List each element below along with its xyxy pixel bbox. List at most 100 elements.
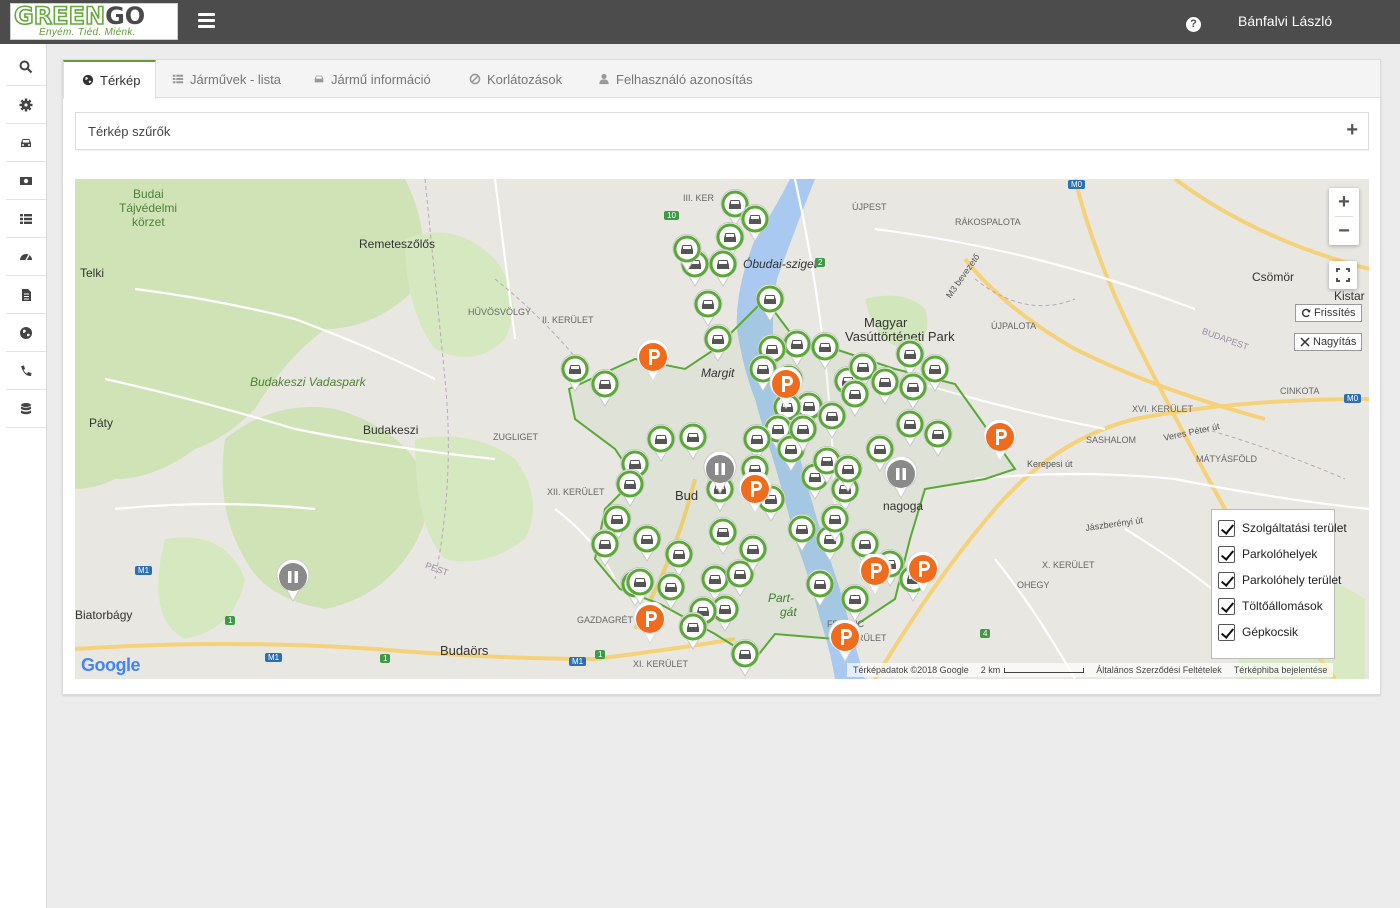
tab-label: Jármű információ	[331, 71, 431, 87]
car-icon	[21, 138, 31, 147]
legend-label: Parkolóhely terület	[1242, 573, 1342, 587]
parking-marker[interactable]	[858, 552, 892, 601]
tab-label: Térkép	[100, 72, 141, 88]
tab-vehicle-info[interactable]: Jármű információ	[313, 60, 431, 98]
tab-map[interactable]: Térkép	[63, 60, 156, 99]
money-icon	[20, 176, 32, 185]
greengo-logo[interactable]: GREENGO Enyém. Tiéd. Miénk.	[10, 3, 178, 40]
parking-marker[interactable]	[636, 338, 670, 387]
tab-label: Felhasználó azonosítás	[616, 71, 753, 87]
car-marker[interactable]	[632, 523, 662, 567]
map-legend: Szolgáltatási terület Parkolóhelyek Park…	[1211, 509, 1347, 659]
user-name[interactable]: Bánfalvi László	[1238, 13, 1332, 29]
logo-tagline: Enyém. Tiéd. Miénk.	[39, 27, 136, 38]
map-view[interactable]: Budai Tájvédelmi körzet Remeteszőlős Tel…	[75, 179, 1369, 679]
report-link[interactable]: Térképhiba bejelentése	[1234, 665, 1328, 675]
sidebar-item-payments[interactable]	[6, 162, 46, 200]
parking-marker[interactable]	[633, 600, 667, 649]
tab-label: Járművek - lista	[190, 71, 282, 87]
gear-icon	[19, 98, 33, 111]
legend-parking-area[interactable]: Parkolóhely terület	[1218, 570, 1341, 590]
legend-label: Gépkocsik	[1242, 625, 1299, 639]
sidebar-item-dashboard[interactable]	[6, 238, 46, 276]
car-marker[interactable]	[730, 638, 760, 679]
parking-marker[interactable]	[769, 365, 803, 414]
legend-label: Parkolóhelyek	[1242, 547, 1318, 561]
car-marker[interactable]	[560, 353, 590, 397]
sidebar-item-documents[interactable]	[6, 276, 46, 314]
logo-brand: GREENGO	[13, 2, 146, 30]
zoom-out-button[interactable]: −	[1329, 217, 1359, 245]
charging-station-marker[interactable]	[884, 455, 918, 504]
car-marker[interactable]	[590, 368, 620, 412]
checkbox[interactable]	[1218, 545, 1235, 563]
map-attribution: Térképadatok ©2018 Google 2 km Általános…	[847, 663, 1334, 677]
logo-text-go: GO	[105, 2, 146, 30]
refresh-icon	[1301, 308, 1311, 318]
car-marker[interactable]	[898, 371, 928, 415]
list-icon	[20, 213, 32, 224]
car-marker[interactable]	[805, 568, 835, 612]
sidebar-item-search[interactable]	[6, 48, 46, 86]
parking-marker[interactable]	[738, 470, 772, 519]
sidebar-item-list[interactable]	[6, 200, 46, 238]
car-marker[interactable]	[703, 323, 733, 367]
map-filter-title: Térkép szűrők	[88, 124, 171, 139]
tab-vehicle-list[interactable]: Járművek - lista	[172, 60, 281, 98]
google-logo: Google	[81, 655, 141, 676]
content-panel: Térkép Járművek - lista Jármű információ…	[62, 59, 1381, 695]
car-marker[interactable]	[738, 533, 768, 577]
scale-label: 2 km	[980, 665, 1001, 675]
terms-link[interactable]: Általános Szerződési Feltételek	[1096, 665, 1222, 675]
car-marker[interactable]	[590, 528, 620, 572]
car-marker[interactable]	[708, 248, 738, 292]
map-filter-panel[interactable]: Térkép szűrők +	[75, 112, 1369, 150]
car-marker[interactable]	[895, 408, 925, 452]
car-marker[interactable]	[870, 366, 900, 410]
car-marker[interactable]	[817, 400, 847, 444]
hamburger-menu-icon[interactable]	[198, 13, 215, 29]
list-icon	[172, 74, 184, 84]
zoom-button[interactable]: Nagyítás	[1294, 333, 1363, 351]
tab-user-auth[interactable]: Felhasználó azonosítás	[598, 60, 753, 98]
fullscreen-button[interactable]	[1329, 261, 1357, 289]
legend-cars[interactable]: Gépkocsik	[1218, 622, 1298, 642]
tab-restrictions[interactable]: Korlátozások	[469, 60, 562, 98]
sidebar-item-database[interactable]	[6, 390, 46, 428]
checkbox[interactable]	[1218, 597, 1235, 615]
legend-charging[interactable]: Töltőállomások	[1218, 596, 1323, 616]
zoom-in-button[interactable]: +	[1329, 188, 1359, 216]
car-marker[interactable]	[820, 503, 850, 547]
car-marker[interactable]	[672, 233, 702, 277]
car-marker[interactable]	[646, 423, 676, 467]
charging-station-marker[interactable]	[276, 558, 310, 607]
sidebar-item-settings[interactable]	[6, 86, 46, 124]
car-marker[interactable]	[787, 513, 817, 557]
car-marker[interactable]	[678, 611, 708, 655]
legend-parking[interactable]: Parkolóhelyek	[1218, 544, 1317, 564]
expand-arrows-icon	[1300, 337, 1310, 347]
charging-station-marker[interactable]	[703, 450, 737, 499]
legend-label: Szolgáltatási terület	[1242, 521, 1347, 535]
car-marker[interactable]	[708, 516, 738, 560]
checkbox[interactable]	[1218, 519, 1235, 537]
checkbox[interactable]	[1218, 571, 1235, 589]
sidebar-item-phone[interactable]	[6, 352, 46, 390]
zoom-label: Nagyítás	[1313, 336, 1357, 348]
parking-marker[interactable]	[983, 418, 1017, 467]
help-icon[interactable]: ?	[1186, 17, 1201, 32]
expand-icon[interactable]: +	[1346, 119, 1358, 141]
car-marker[interactable]	[755, 283, 785, 327]
legend-service-area[interactable]: Szolgáltatási terület	[1218, 518, 1347, 538]
refresh-button[interactable]: Frissítés	[1295, 304, 1362, 322]
checkbox[interactable]	[1218, 623, 1235, 641]
car-marker[interactable]	[833, 453, 863, 497]
sidebar	[0, 44, 47, 908]
parking-marker[interactable]	[906, 550, 940, 599]
parking-marker[interactable]	[828, 618, 862, 667]
car-marker[interactable]	[923, 418, 953, 462]
sidebar-item-cars[interactable]	[6, 124, 46, 162]
attribution-text: Térképadatok ©2018 Google	[853, 665, 969, 675]
fullscreen-icon	[1336, 268, 1350, 282]
sidebar-item-map[interactable]	[6, 314, 46, 352]
